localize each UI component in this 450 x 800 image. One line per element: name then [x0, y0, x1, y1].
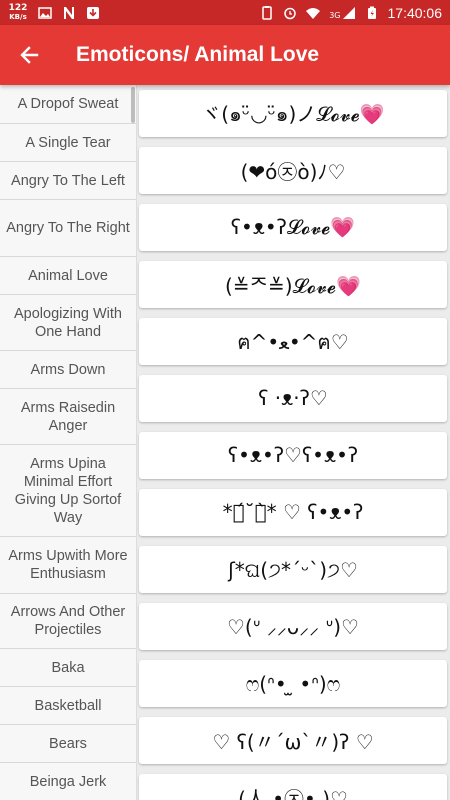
page-title: Emoticons/ Animal Love — [76, 43, 320, 66]
category-item[interactable]: Arms Upina Minimal Effort Giving Up Sort… — [0, 445, 136, 537]
emoticon-card[interactable]: ♡ ʕ(〃´ω`〃)ʔ ♡ — [139, 717, 447, 764]
category-item[interactable]: Apologizing With One Hand — [0, 295, 136, 351]
category-item[interactable]: Baka — [0, 649, 136, 687]
emoticon-card[interactable]: ʃ*ଘ(੭*ˊᵕˋ)੭♡ — [139, 546, 447, 593]
emoticon-card[interactable]: (≚ᄌ≚)𝓛𝓸𝓿𝓮💗 — [139, 261, 447, 308]
category-item[interactable]: Angry To The Left — [0, 162, 136, 200]
category-item[interactable]: A Dropof Sweat — [0, 85, 136, 124]
category-item[interactable]: Beinga Jerk — [0, 763, 136, 800]
category-item[interactable]: Bears — [0, 725, 136, 763]
emoticon-card[interactable]: ʕ ·ᴥ·ʔ♡ — [139, 375, 447, 422]
emoticon-card[interactable]: (❤ó㉨ò)ﾉ♡ — [139, 147, 447, 194]
emoticon-card[interactable]: ෆ(ᐢ• ̫ •ᐢ)ෆ — [139, 660, 447, 707]
category-sidebar[interactable]: A Dropof Sweat A Single Tear Angry To Th… — [0, 85, 137, 800]
app-bar: Emoticons/ Animal Love — [0, 25, 450, 85]
network-type: 3G — [329, 10, 341, 20]
image-icon — [38, 6, 52, 19]
n-app-icon — [64, 6, 74, 19]
emoticon-card[interactable]: ʕ•ᴥ•ʔ𝓛𝓸𝓿𝓮💗 — [139, 204, 447, 251]
category-item[interactable]: Arms Down — [0, 351, 136, 389]
category-item[interactable]: Animal Love — [0, 257, 136, 295]
emoticon-card[interactable]: (人 •㉨• )♡ — [139, 774, 447, 800]
emoticon-card[interactable]: ʕ•ᴥ•ʔ♡ʕ•ᴥ•ʔ — [139, 432, 447, 479]
status-bar: 122 KB/s 3G 17:40:06 — [0, 0, 450, 25]
clock: 17:40:06 — [387, 4, 443, 21]
battery-icon — [367, 6, 376, 19]
category-item[interactable]: Basketball — [0, 687, 136, 725]
category-item[interactable]: A Single Tear — [0, 124, 136, 162]
download-icon — [87, 6, 99, 19]
signal-icon — [342, 6, 355, 19]
category-item[interactable]: Arrows And Other Projectiles — [0, 594, 136, 649]
network-speed: 122 KB/s — [8, 2, 28, 21]
category-item[interactable]: Arms Upwith More Enthusiasm — [0, 537, 136, 594]
emoticon-card[interactable]: ฅ^•ﻌ•^ฅ♡ — [139, 318, 447, 365]
emoticon-card[interactable]: *ฅ́˘ฅ̀* ♡ ʕ•ᴥ•ʔ — [139, 489, 447, 536]
emoticon-list[interactable]: ヾ(๑ᵕ̈◡ᵕ̈๑)ノ𝓛𝓸𝓿𝓮💗 (❤ó㉨ò)ﾉ♡ ʕ•ᴥ•ʔ𝓛𝓸𝓿𝓮💗 (≚ᄌ… — [137, 85, 450, 800]
emoticon-card[interactable]: ♡(ᐡ ⸝⸝ᴗ⸝⸝ ᐡ)♡ — [139, 603, 447, 650]
back-button[interactable] — [0, 25, 58, 85]
alarm-icon — [284, 7, 296, 19]
arrow-back-icon — [20, 46, 39, 64]
category-item[interactable]: Arms Raisedin Anger — [0, 389, 136, 445]
wifi-icon — [306, 7, 321, 19]
emoticon-card[interactable]: ヾ(๑ᵕ̈◡ᵕ̈๑)ノ𝓛𝓸𝓿𝓮💗 — [139, 90, 447, 137]
category-item[interactable]: Angry To The Right — [0, 200, 136, 257]
battery-saver-icon — [262, 5, 272, 20]
scrollbar[interactable] — [131, 87, 135, 123]
